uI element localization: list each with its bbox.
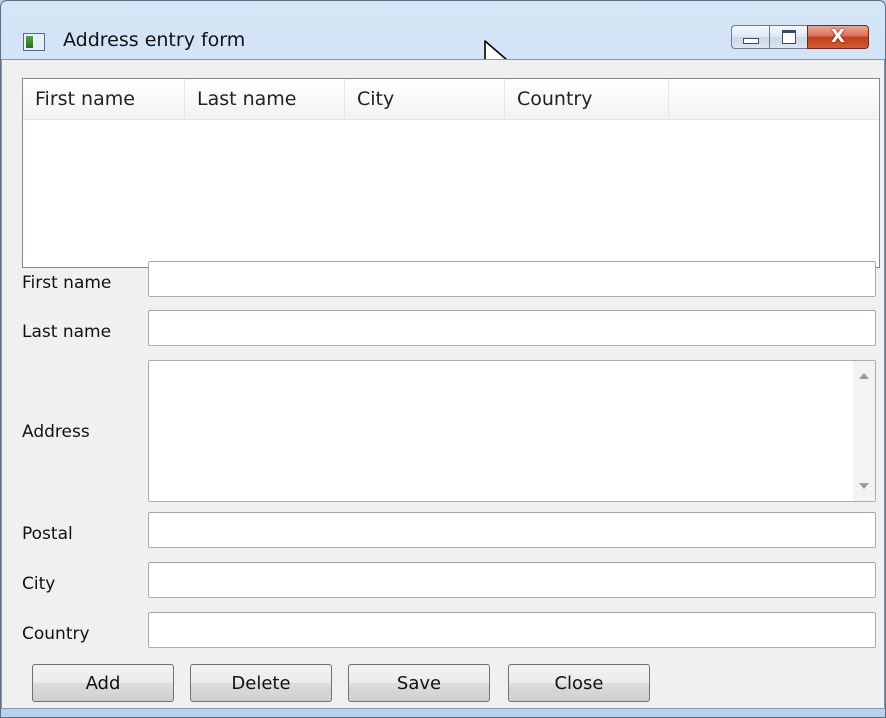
first-name-field[interactable] (148, 261, 876, 297)
app-icon[interactable] (23, 33, 45, 51)
column-header-filler (669, 79, 879, 119)
address-scrollbar[interactable] (853, 361, 875, 501)
app-window: Address entry form X First name Last nam… (0, 0, 886, 718)
last-name-label: Last name (22, 322, 112, 342)
delete-button[interactable]: Delete (190, 664, 332, 702)
form-client-area: First name Last name City Country First … (1, 59, 885, 709)
window-title: Address entry form (63, 29, 246, 51)
maximize-icon (781, 30, 796, 44)
country-field[interactable] (148, 612, 876, 648)
list-column-headers: First name Last name City Country (23, 79, 879, 120)
last-name-field[interactable] (148, 310, 876, 346)
minimize-icon (742, 38, 759, 44)
address-textarea[interactable] (148, 360, 876, 502)
column-header-first-name[interactable]: First name (23, 79, 185, 119)
first-name-label: First name (22, 273, 112, 293)
save-button[interactable]: Save (348, 664, 490, 702)
column-header-country[interactable]: Country (505, 79, 669, 119)
city-label: City (22, 574, 56, 594)
column-header-last-name[interactable]: Last name (185, 79, 345, 119)
close-window-button[interactable]: X (807, 25, 869, 49)
caption-buttons: X (731, 25, 869, 51)
postal-field[interactable] (148, 512, 876, 548)
close-icon: X (831, 26, 845, 47)
title-bar[interactable]: Address entry form X (1, 1, 885, 51)
column-header-city[interactable]: City (345, 79, 505, 119)
scroll-down-icon[interactable] (859, 483, 869, 489)
address-label: Address (22, 422, 90, 442)
minimize-button[interactable] (731, 25, 769, 49)
address-list[interactable]: First name Last name City Country (22, 78, 880, 268)
postal-label: Postal (22, 524, 73, 544)
country-label: Country (22, 624, 90, 644)
scroll-up-icon[interactable] (859, 373, 869, 379)
close-button[interactable]: Close (508, 664, 650, 702)
maximize-button[interactable] (769, 25, 807, 49)
city-field[interactable] (148, 562, 876, 598)
add-button[interactable]: Add (32, 664, 174, 702)
